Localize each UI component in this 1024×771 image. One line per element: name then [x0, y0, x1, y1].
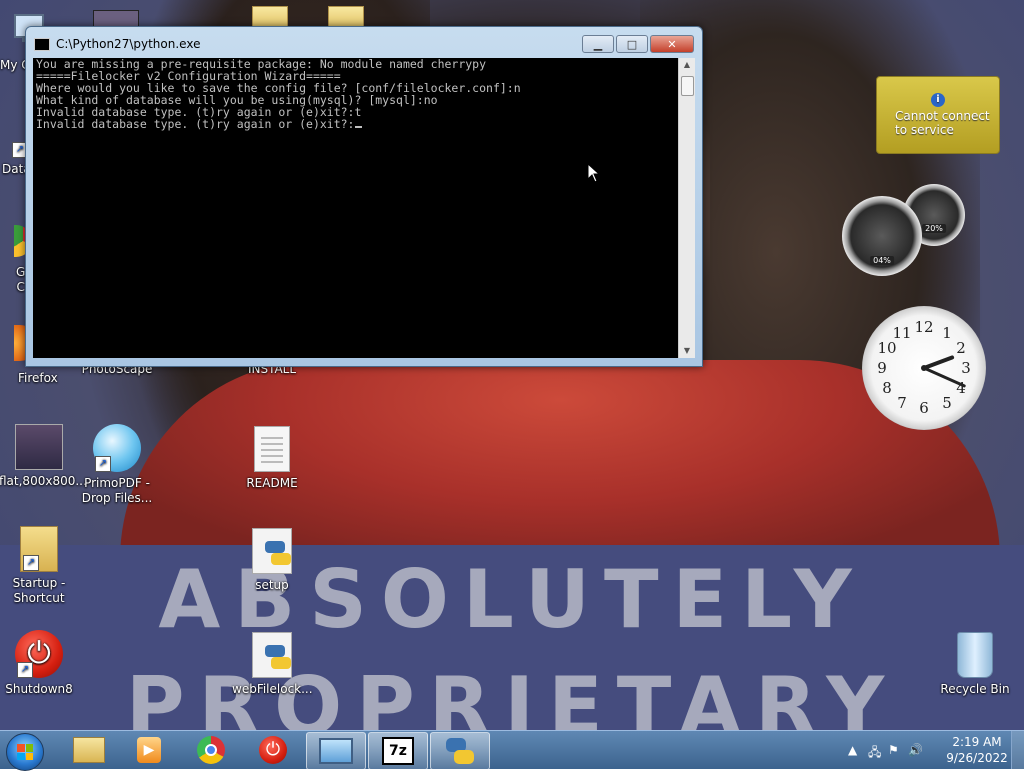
system-tray: ▲ 🖧 ⚑ 🔊 2:19 AM 9/26/2022: [834, 731, 1024, 769]
console-output[interactable]: You are missing a pre-requisite package:…: [33, 58, 678, 358]
clock-center: [921, 365, 927, 371]
shortcut-arrow-icon: ↗: [17, 662, 33, 678]
wallpaper-text-bottom: PROPRIETARY: [125, 660, 899, 730]
cpu-gauge[interactable]: 04%: [842, 196, 922, 276]
desktop-icon-readme[interactable]: README: [232, 426, 312, 491]
python-file-icon: [252, 632, 292, 678]
shortcut-arrow-icon: ↗: [23, 555, 39, 571]
clock-minute-hand: [922, 366, 966, 388]
maximize-icon: □: [626, 37, 638, 51]
wallpaper-text-top: ABSOLUTELY: [158, 553, 866, 646]
text-file-icon: [254, 426, 290, 472]
desktop-icon-primopdf[interactable]: ↗ PrimoPDF - Drop Files...: [77, 424, 157, 506]
windows-logo-icon: [17, 744, 33, 760]
7zip-icon: 7z: [382, 737, 414, 765]
taskbar-shutdown-button[interactable]: ⏻: [244, 732, 302, 768]
desktop-icon-flat-image[interactable]: flat,800x800...: [0, 424, 87, 489]
mouse-cursor-icon: [587, 163, 601, 183]
minimize-button[interactable]: ▁: [582, 35, 614, 53]
image-viewer-icon: [319, 738, 353, 764]
volume-icon[interactable]: 🔊: [908, 743, 923, 757]
clock-gadget[interactable]: 12 1 2 3 4 5 6 7 8 9 10 11: [862, 306, 986, 430]
taskbar-7zip-button[interactable]: 7z: [368, 732, 428, 770]
python-icon: [446, 738, 474, 764]
clock-display[interactable]: 2:19 AM 9/26/2022: [942, 734, 1012, 766]
folder-icon: [73, 737, 105, 763]
console-scrollbar[interactable]: ▲ ▼: [678, 58, 695, 358]
console-window-icon: [34, 38, 50, 51]
desktop-icon-setup[interactable]: setup: [232, 528, 312, 593]
taskbar-image-viewer-button[interactable]: [306, 732, 366, 770]
desktop-icon-recycle-bin[interactable]: Recycle Bin: [935, 632, 1015, 697]
python-file-icon: [252, 528, 292, 574]
scroll-thumb[interactable]: [681, 76, 694, 96]
taskbar: ▶ ⏻ 7z ▲ 🖧 ⚑ 🔊 2:19 AM 9/26/2022: [0, 730, 1024, 771]
folder-icon: ↗: [20, 526, 58, 572]
close-button[interactable]: ✕: [650, 35, 694, 53]
tray-date: 9/26/2022: [946, 751, 1008, 765]
scroll-up-icon[interactable]: ▲: [679, 58, 695, 72]
chrome-icon: [197, 736, 225, 764]
desktop-icon-shutdown8[interactable]: ⏻ ↗ Shutdown8: [0, 630, 79, 697]
show-desktop-button[interactable]: [1011, 731, 1024, 769]
taskbar-chrome-button[interactable]: [182, 732, 240, 768]
primopdf-icon: ↗: [93, 424, 141, 472]
close-icon: ✕: [667, 37, 677, 51]
console-line: Invalid database type. (t)ry again or (e…: [36, 117, 355, 131]
recycle-bin-icon: [957, 632, 993, 678]
taskbar-python-console-button[interactable]: [430, 732, 490, 770]
minimize-icon: ▁: [593, 37, 603, 51]
taskbar-explorer-button[interactable]: [60, 732, 118, 768]
taskbar-media-player-button[interactable]: ▶: [120, 732, 178, 768]
start-button[interactable]: [6, 733, 44, 771]
network-icon[interactable]: 🖧: [868, 743, 881, 764]
clock-hour-hand: [922, 355, 955, 370]
console-window[interactable]: C:\Python27\python.exe ▁ □ ✕ You are mis…: [25, 26, 703, 367]
text-cursor: [354, 126, 362, 128]
power-icon: ⏻: [259, 736, 287, 764]
info-icon: i: [931, 93, 945, 107]
image-thumbnail-icon: [15, 424, 63, 470]
console-window-title: C:\Python27\python.exe: [56, 37, 201, 51]
shortcut-arrow-icon: ↗: [95, 456, 111, 472]
cpu-percent: 04%: [870, 256, 894, 265]
weather-gadget[interactable]: i Cannot connect to service: [876, 76, 1000, 154]
show-hidden-icons-icon[interactable]: ▲: [848, 743, 857, 757]
desktop-icon-startup[interactable]: ↗ Startup - Shortcut: [0, 526, 79, 606]
action-center-icon[interactable]: ⚑: [888, 743, 899, 757]
window-controls: ▁ □ ✕: [580, 35, 694, 53]
power-icon: ⏻ ↗: [15, 630, 63, 678]
tray-time: 2:19 AM: [952, 735, 1002, 749]
scroll-down-icon[interactable]: ▼: [679, 344, 695, 358]
maximize-button[interactable]: □: [616, 35, 648, 53]
desktop-icon-webfilelocker[interactable]: webFilelock...: [232, 632, 313, 697]
memory-percent: 20%: [922, 224, 946, 233]
weather-message: Cannot connect to service: [895, 109, 990, 137]
clock-hands: [921, 355, 966, 388]
media-player-icon: ▶: [137, 737, 161, 763]
